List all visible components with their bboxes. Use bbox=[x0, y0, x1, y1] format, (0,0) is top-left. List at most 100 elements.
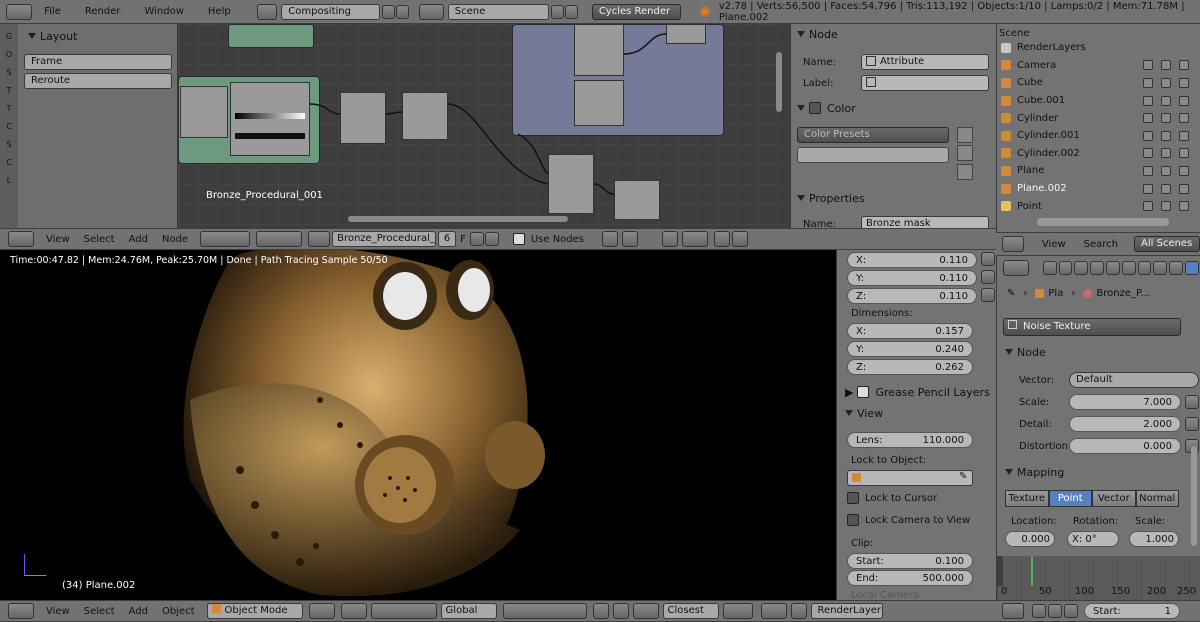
node-menu-node[interactable]: Node bbox=[162, 234, 188, 245]
mapping-panel-header[interactable]: Mapping bbox=[999, 462, 1195, 482]
render-toggle-icon[interactable] bbox=[1179, 165, 1189, 176]
cursor-select-icon[interactable] bbox=[1161, 130, 1171, 141]
mapping-tab-vector[interactable]: Vector bbox=[1092, 490, 1136, 507]
pivot-point-icon[interactable] bbox=[340, 603, 367, 619]
cursor-select-icon[interactable] bbox=[1161, 60, 1171, 71]
clip-end-field[interactable]: End: 500.000 bbox=[847, 570, 973, 586]
node-editor-canvas[interactable]: Bronze_Procedural_001 bbox=[178, 24, 790, 228]
tex-detail-field[interactable]: 2.000 bbox=[1069, 416, 1181, 432]
tab-grease[interactable]: G bbox=[2, 28, 16, 46]
eye-icon[interactable] bbox=[1143, 60, 1153, 71]
fake-user-toggle[interactable]: F bbox=[460, 234, 466, 245]
render-tab-icon[interactable] bbox=[1042, 261, 1057, 275]
object-tab-icon[interactable] bbox=[1105, 261, 1120, 275]
manipulator-icon[interactable] bbox=[370, 603, 437, 619]
snap-icon[interactable] bbox=[682, 231, 709, 247]
render-engine-select[interactable]: Cycles Render bbox=[591, 3, 682, 20]
canvas-vscrollbar[interactable] bbox=[776, 52, 782, 112]
world-tab-icon[interactable] bbox=[1090, 261, 1104, 275]
tex-node-panel-header[interactable]: Node bbox=[999, 342, 1195, 362]
lens-field[interactable]: Lens: 110.000 bbox=[847, 432, 973, 448]
socket-icon[interactable] bbox=[1185, 395, 1199, 409]
timeline-editor-icon[interactable] bbox=[1002, 603, 1024, 619]
render-toggle-icon[interactable] bbox=[1179, 148, 1189, 159]
viewport-shading-icon[interactable] bbox=[308, 603, 335, 619]
scale-x-field[interactable]: X: 0.110 bbox=[847, 252, 977, 268]
render-toggle-icon[interactable] bbox=[1179, 60, 1189, 71]
keyframe-icon[interactable] bbox=[1032, 604, 1046, 618]
render-toggle-icon[interactable] bbox=[1179, 113, 1189, 124]
clip-start-field[interactable]: Start: 0.100 bbox=[847, 553, 973, 569]
backdrop-icon[interactable] bbox=[662, 231, 679, 247]
cursor-select-icon[interactable] bbox=[1161, 113, 1171, 124]
timeline-playhead[interactable] bbox=[1031, 556, 1033, 586]
data-tab-icon[interactable] bbox=[1153, 261, 1168, 275]
remove-material-icon[interactable] bbox=[484, 232, 499, 246]
node-menu-view[interactable]: View bbox=[46, 234, 70, 245]
eye-icon[interactable] bbox=[1143, 130, 1153, 141]
render-toggle-icon[interactable] bbox=[1179, 183, 1189, 194]
color-swatch[interactable] bbox=[797, 147, 949, 163]
properties-editor-icon[interactable] bbox=[1003, 260, 1029, 276]
scene-icon[interactable] bbox=[419, 3, 444, 20]
render-toggle-icon[interactable] bbox=[1179, 95, 1189, 106]
go-parent-icon[interactable] bbox=[622, 231, 639, 247]
proportional-edit-icon[interactable] bbox=[612, 603, 629, 619]
grease-pencil-checkbox[interactable] bbox=[857, 386, 870, 398]
lock-camera-row[interactable]: Lock Camera to View bbox=[847, 514, 970, 526]
cursor-select-icon[interactable] bbox=[1161, 201, 1171, 212]
scale-x2-field[interactable]: 1.000 bbox=[1129, 531, 1179, 547]
node-menu-select[interactable]: Select bbox=[84, 234, 115, 245]
snap-align-icon[interactable] bbox=[722, 603, 753, 619]
outliner-item[interactable]: Cylinder bbox=[1001, 109, 1200, 127]
mapping-tab-point[interactable]: Point bbox=[1048, 490, 1092, 507]
menu-file[interactable]: File bbox=[44, 6, 61, 17]
tab-tool[interactable]: T bbox=[2, 82, 16, 100]
layer-lock-icon[interactable] bbox=[592, 603, 609, 619]
outliner-item[interactable]: Point bbox=[1001, 197, 1200, 215]
screen-layout-select[interactable]: Compositing bbox=[281, 3, 381, 20]
cursor-select-icon[interactable] bbox=[1161, 148, 1171, 159]
color-panel-header[interactable]: Color bbox=[791, 98, 991, 118]
constraints-tab-icon[interactable] bbox=[1121, 261, 1136, 275]
dim-x-field[interactable]: X: 0.157 bbox=[847, 323, 973, 339]
render-viewport[interactable]: Time:00:47.82 | Mem:24.76M, Peak:25.70M … bbox=[0, 250, 836, 600]
eye-icon[interactable] bbox=[1143, 95, 1153, 106]
layers-icon[interactable] bbox=[502, 603, 587, 619]
remove-layout-icon[interactable] bbox=[396, 4, 410, 19]
color-presets-select[interactable]: Color Presets bbox=[797, 127, 949, 143]
add-scene-icon[interactable] bbox=[550, 4, 564, 19]
eye-icon[interactable] bbox=[1143, 183, 1153, 194]
layout-panel-header[interactable]: Layout bbox=[22, 26, 172, 46]
grease-pencil-header[interactable]: ▶ Grease Pencil Layers bbox=[839, 382, 995, 402]
tex-scale-field[interactable]: 7.000 bbox=[1069, 394, 1181, 410]
location-x-field[interactable]: 0.000 bbox=[1005, 531, 1055, 547]
tab-tools[interactable]: T bbox=[2, 100, 16, 118]
eye-icon[interactable] bbox=[1143, 77, 1153, 88]
outliner-filter-select[interactable]: All Scenes bbox=[1134, 236, 1200, 252]
object-crumb[interactable]: Pla bbox=[1048, 288, 1063, 299]
texture-node-select[interactable]: Noise Texture bbox=[1003, 318, 1181, 336]
preset-remove-icon[interactable] bbox=[957, 145, 973, 161]
shader-object-icon[interactable] bbox=[256, 231, 303, 247]
tab-options[interactable]: O bbox=[2, 46, 16, 64]
render-toggle-icon[interactable] bbox=[1179, 201, 1189, 212]
modifiers-tab-icon[interactable] bbox=[1137, 261, 1152, 275]
outliner-scrollbar[interactable] bbox=[1037, 218, 1169, 226]
mode-select[interactable]: Object Mode bbox=[206, 603, 303, 619]
view3d-menu-object[interactable]: Object bbox=[162, 606, 195, 617]
outliner-item[interactable]: Cylinder.001 bbox=[1001, 127, 1200, 145]
outliner-item[interactable]: Cylinder.002 bbox=[1001, 145, 1200, 163]
opengl-render-icon[interactable] bbox=[760, 603, 787, 619]
snap-target-select[interactable]: Closest bbox=[662, 603, 719, 619]
tab-custom[interactable]: C bbox=[2, 154, 16, 172]
eye-icon[interactable] bbox=[1143, 113, 1153, 124]
color-checkbox[interactable] bbox=[809, 102, 821, 114]
eye-icon[interactable] bbox=[1143, 148, 1153, 159]
outliner-item[interactable]: RenderLayers bbox=[1001, 39, 1200, 57]
vector-select[interactable]: Default bbox=[1069, 372, 1199, 388]
tex-distortion-field[interactable]: 0.000 bbox=[1069, 438, 1181, 454]
auto-key-icon[interactable] bbox=[1048, 604, 1062, 618]
lock-scale-x-icon[interactable] bbox=[981, 252, 995, 266]
viewport-type-icon[interactable] bbox=[8, 603, 34, 619]
